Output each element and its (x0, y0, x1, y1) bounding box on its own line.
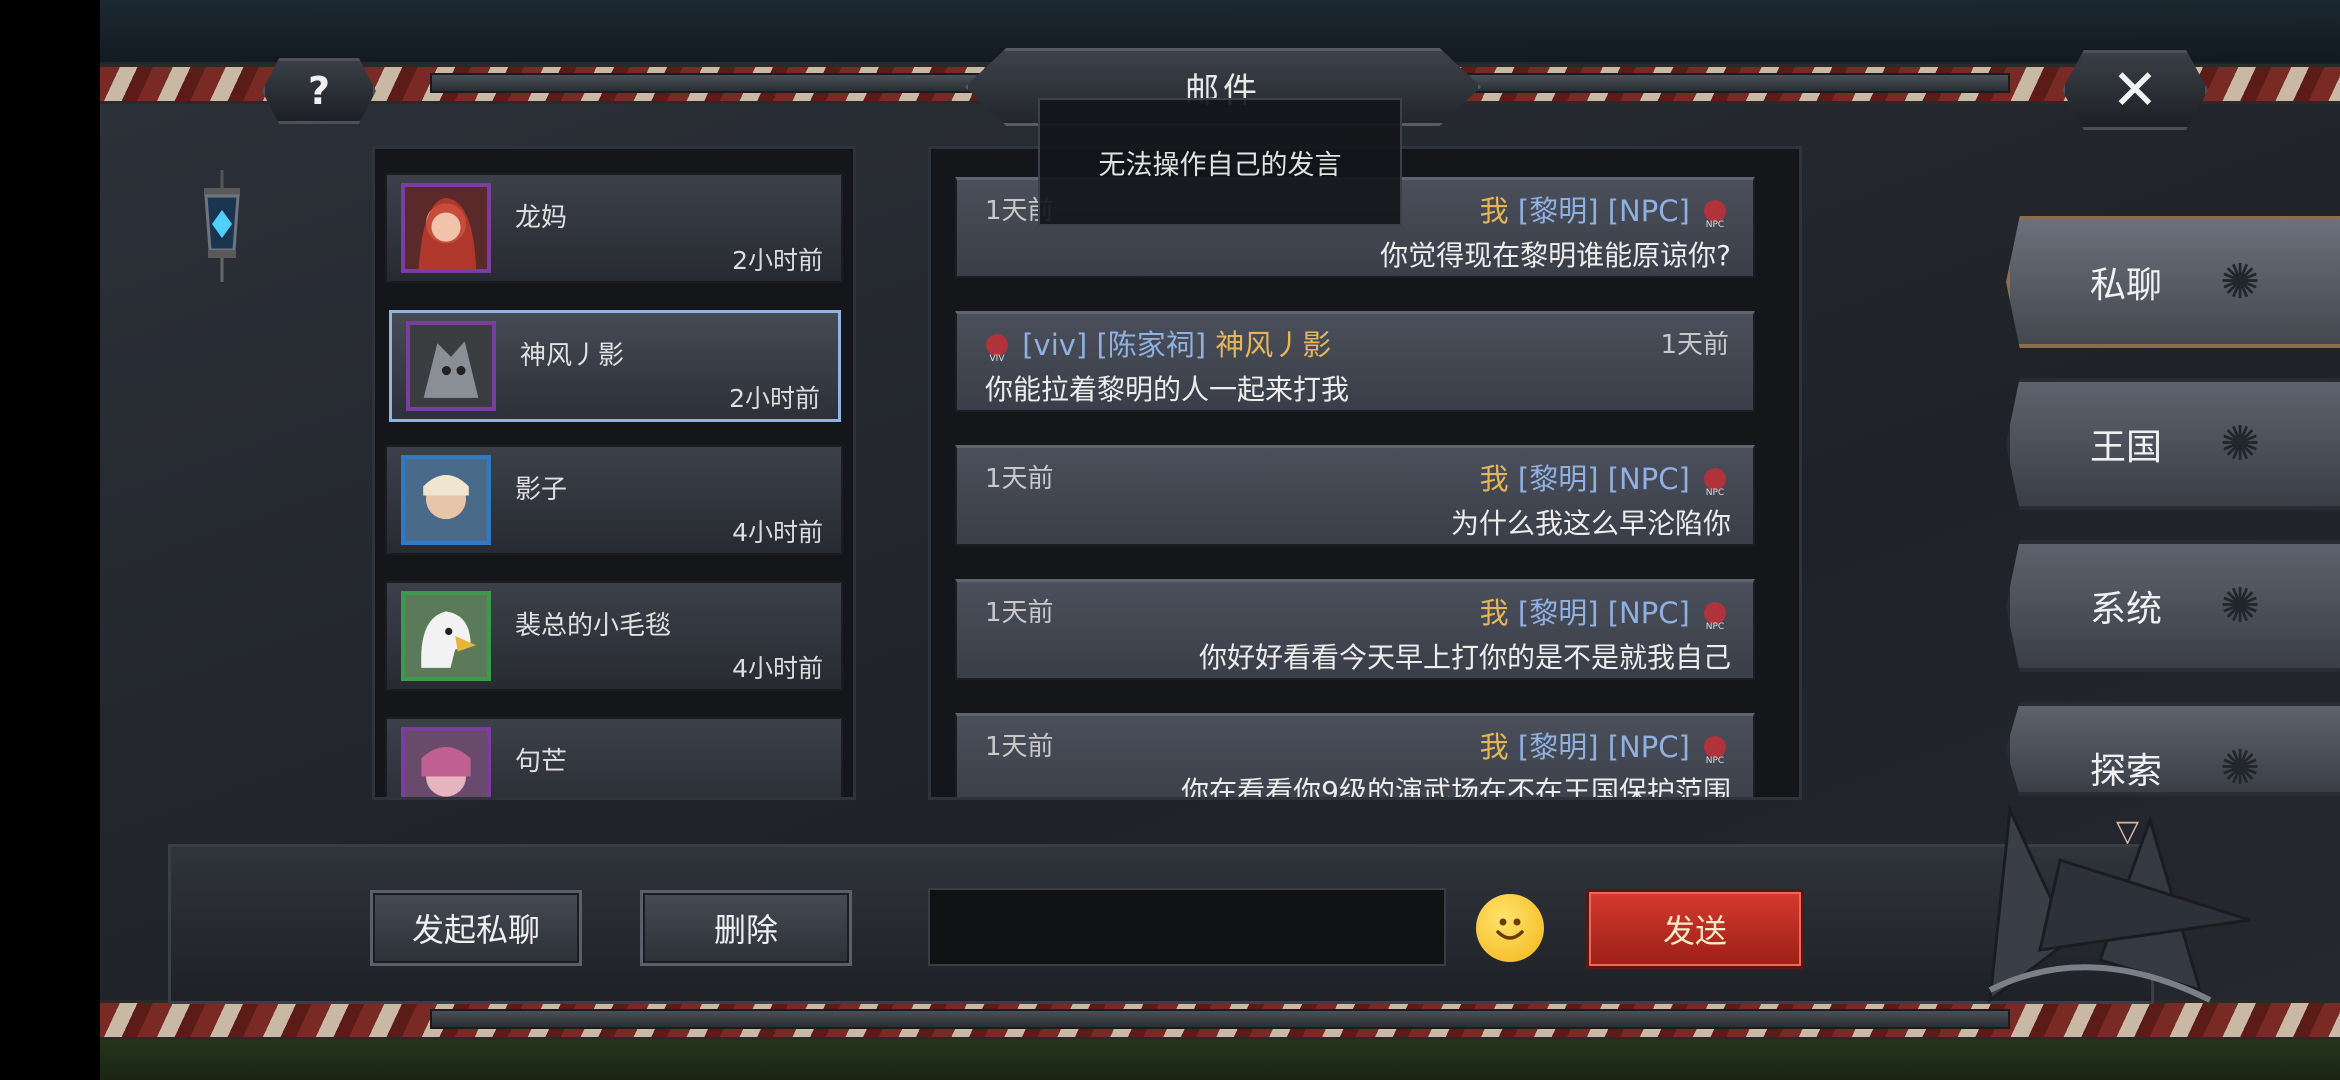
conversation-time: 4小时前 (732, 518, 823, 547)
conversation-name: 神风丿影 (520, 341, 625, 371)
sender-me: 我 (1479, 194, 1509, 228)
message-sender: 我 [黎明] [NPC] NPC (1480, 456, 1731, 498)
conversation-item[interactable]: 句芒 (385, 717, 843, 797)
message-sender: VIV [viv] [陈家祠] 神风丿影 (981, 322, 1331, 364)
tab-kingdom[interactable]: 王国 ✺ (2006, 378, 2340, 510)
message-sender: 我 [黎明] [NPC] NPC (1480, 590, 1731, 632)
help-button[interactable]: ? (262, 58, 376, 124)
conversation-name: 句芒 (515, 747, 568, 777)
tab-ornament-icon: ✺ (2220, 416, 2261, 472)
conversation-name: 影子 (515, 475, 568, 505)
tab-private-chat[interactable]: 私聊 ✺ (2006, 216, 2340, 348)
avatar (401, 183, 491, 273)
message-bubble[interactable]: VIV [viv] [陈家祠] 神风丿影 1天前 你能拉着黎明的人一起来打我 (955, 311, 1755, 412)
sender-tags: [黎明] [NPC] (1517, 462, 1690, 496)
sender-me: 我 (1479, 596, 1509, 630)
sender-name: 神风丿影 (1215, 328, 1332, 362)
message-text: 你觉得现在黎明谁能原谅你? (1380, 239, 1731, 272)
npc-badge-icon: NPC (1704, 468, 1726, 497)
message-text: 你好好看看今天早上打你的是不是就我自己 (1198, 641, 1731, 674)
smiley-icon (1496, 918, 1524, 940)
close-button[interactable]: ✕ (2062, 50, 2208, 130)
close-icon: ✕ (2111, 57, 2159, 123)
svg-text:NPC: NPC (1706, 622, 1724, 631)
message-text: 你能拉着黎明的人一起来打我 (985, 373, 1350, 406)
conversation-item[interactable]: 影子 4小时前 (385, 445, 843, 555)
svg-text:NPC: NPC (1706, 756, 1724, 765)
sender-me: 我 (1479, 462, 1509, 496)
tab-ornament-icon: ✺ (2220, 254, 2261, 310)
message-time: 1天前 (985, 598, 1054, 628)
conversation-item-selected[interactable]: 神风丿影 2小时前 (389, 310, 841, 422)
avatar (401, 455, 491, 545)
npc-badge-icon: NPC (1704, 736, 1726, 765)
conversation-item[interactable]: 龙妈 2小时前 (385, 173, 843, 283)
message-time: 1天前 (985, 464, 1054, 494)
send-button[interactable]: 发送 (1586, 889, 1804, 969)
sender-tags: [黎明] [NPC] (1517, 730, 1690, 764)
sender-tags: [黎明] [NPC] (1517, 194, 1690, 228)
tab-label: 系统 (2090, 589, 2163, 630)
conversation-time: 2小时前 (732, 246, 823, 275)
conversation-time: 4小时前 (732, 654, 823, 683)
tab-system[interactable]: 系统 ✺ (2006, 540, 2340, 672)
npc-badge-icon: NPC (1704, 200, 1726, 229)
conversation-list[interactable]: 龙妈 2小时前 神风丿影 2小时前 影子 4小时前 裴总的小毛毯 4小时前 句芒 (372, 146, 856, 800)
sender-tags: [黎明] [NPC] (1517, 596, 1690, 630)
help-icon: ? (307, 69, 331, 113)
tab-label: 探索 (2090, 751, 2163, 792)
emoji-button[interactable] (1476, 894, 1544, 962)
message-bubble[interactable]: 1天前 我 [黎明] [NPC] NPC 为什么我这么早沦陷你 (955, 445, 1755, 546)
message-sender: 我 [黎明] [NPC] NPC (1480, 188, 1731, 230)
message-time: 1天前 (1660, 330, 1729, 360)
sender-me: 我 (1479, 730, 1509, 764)
tab-ornament-icon: ✺ (2220, 740, 2261, 796)
npc-badge-icon: NPC (1704, 602, 1726, 631)
player-badge-icon: VIV (986, 334, 1008, 363)
svg-text:NPC: NPC (1706, 488, 1724, 497)
message-bubble[interactable]: 1天前 我 [黎明] [NPC] NPC 你好好看看今天早上打你的是不是就我自己 (955, 579, 1755, 680)
conversation-item[interactable]: 裴总的小毛毯 4小时前 (385, 581, 843, 691)
message-text: 为什么我这么早沦陷你 (1450, 507, 1731, 540)
chat-input[interactable] (928, 888, 1446, 966)
svg-text:NPC: NPC (1706, 220, 1724, 229)
message-bubble[interactable]: 1天前 我 [黎明] [NPC] NPC 你在看看你9级的演武场在不在王国保护范… (955, 713, 1755, 800)
button-label: 发送 (1662, 912, 1727, 950)
lantern-icon (204, 170, 240, 282)
tab-explore[interactable]: 探索 ✺ (2006, 702, 2340, 796)
button-label: 删除 (713, 911, 778, 949)
toast-message: 无法操作自己的发言 (1038, 98, 1402, 226)
delete-button[interactable]: 删除 (640, 890, 852, 966)
conversation-name: 龙妈 (515, 203, 568, 233)
message-time: 1天前 (985, 732, 1054, 762)
conversation-time: 2小时前 (729, 384, 820, 413)
avatar (401, 591, 491, 681)
start-private-chat-button[interactable]: 发起私聊 (370, 890, 582, 966)
sender-tags: [viv] [陈家祠] (1022, 328, 1207, 362)
conversation-name: 裴总的小毛毯 (515, 611, 672, 641)
tab-label: 王国 (2090, 427, 2163, 468)
svg-text:VIV: VIV (990, 354, 1006, 363)
button-label: 发起私聊 (411, 911, 540, 949)
spiked-ornament-icon (1988, 804, 2251, 1004)
avatar (406, 321, 496, 411)
message-sender: 我 [黎明] [NPC] NPC (1480, 724, 1731, 766)
tab-label: 私聊 (2090, 265, 2163, 306)
message-text: 你在看看你9级的演武场在不在王国保护范围 (1181, 775, 1731, 800)
tab-ornament-icon: ✺ (2220, 578, 2261, 634)
avatar (401, 727, 491, 797)
message-panel[interactable]: 1天前 我 [黎明] [NPC] NPC 你觉得现在黎明谁能原谅你? VIV [… (928, 146, 1802, 800)
